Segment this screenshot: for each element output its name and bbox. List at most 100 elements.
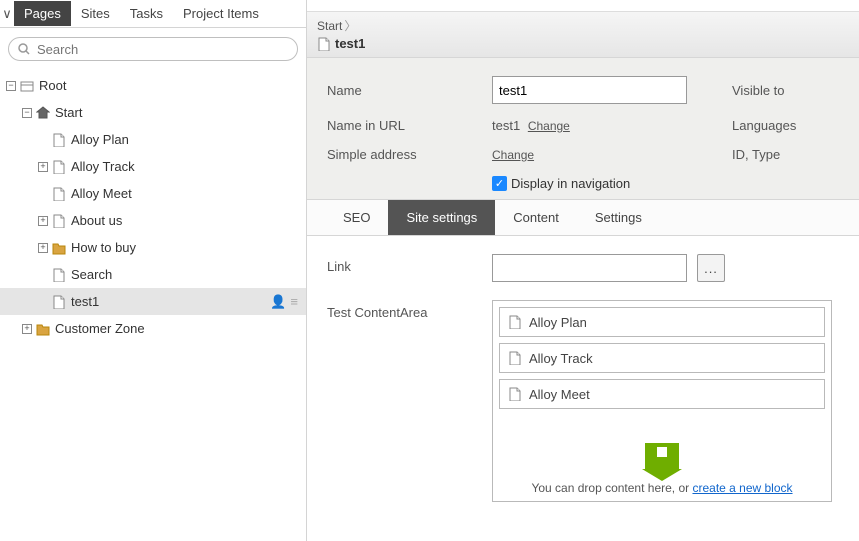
page-icon: [317, 37, 331, 51]
expander-icon[interactable]: +: [38, 162, 48, 172]
item-label: Alloy Plan: [529, 315, 587, 330]
tree-node-customer-zone[interactable]: + Customer Zone: [0, 315, 306, 342]
chevron-down-icon[interactable]: ∨: [0, 6, 14, 22]
content-area-item[interactable]: Alloy Plan: [499, 307, 825, 337]
main: Start〉 test1 Name Visible to Name in URL…: [307, 0, 859, 541]
page-tree: − Root − Start Alloy Plan + Alloy Track All…: [0, 70, 306, 541]
expander-icon[interactable]: +: [38, 216, 48, 226]
item-label: Alloy Meet: [529, 387, 590, 402]
tree-node-start[interactable]: − Start: [0, 99, 306, 126]
node-label: test1: [71, 294, 99, 309]
form-area: Name Visible to Name in URL test1 Change…: [307, 58, 859, 200]
breadcrumb-root[interactable]: Start: [317, 19, 342, 33]
link-input[interactable]: [492, 254, 687, 282]
expander-spacer: [38, 297, 48, 307]
editor-tabs: SEOSite settingsContentSettings: [307, 200, 859, 236]
display-nav-label: Display in navigation: [511, 176, 630, 191]
tree-node[interactable]: + Alloy Track: [0, 153, 306, 180]
node-label: Alloy Track: [71, 159, 135, 174]
expander-icon[interactable]: −: [22, 108, 32, 118]
content-area-item[interactable]: Alloy Meet: [499, 379, 825, 409]
tree-node[interactable]: + About us: [0, 207, 306, 234]
tab-pages[interactable]: Pages: [14, 1, 71, 26]
home-icon: [36, 106, 50, 120]
label-contentarea: Test ContentArea: [327, 300, 492, 320]
sidebar-tabs: ∨ Pages Sites Tasks Project Items: [0, 0, 306, 28]
checkbox-checked-icon[interactable]: ✓: [492, 176, 507, 191]
tree-node[interactable]: + How to buy: [0, 234, 306, 261]
chevron-right-icon: 〉: [344, 19, 356, 33]
folder-icon: [52, 241, 66, 255]
tree-node[interactable]: Alloy Meet: [0, 180, 306, 207]
page-icon: [52, 133, 66, 147]
expander-icon[interactable]: −: [6, 81, 16, 91]
tab-tasks[interactable]: Tasks: [120, 1, 173, 26]
change-address-link[interactable]: Change: [492, 148, 534, 162]
page-icon: [508, 387, 522, 401]
label-link: Link: [327, 254, 492, 274]
page-icon: [52, 160, 66, 174]
content-area-box[interactable]: Alloy Plan Alloy Track Alloy Meet You can …: [492, 300, 832, 502]
folder-icon: [36, 322, 50, 336]
search-input[interactable]: [37, 42, 289, 57]
search-row: [0, 28, 306, 70]
node-label: Customer Zone: [55, 321, 145, 336]
page-icon: [52, 295, 66, 309]
label-simple: Simple address: [327, 147, 492, 162]
label-name: Name: [327, 83, 492, 98]
search-box[interactable]: [8, 37, 298, 61]
label-idtype: ID, Type: [732, 147, 839, 162]
box-icon: [20, 79, 34, 93]
expander-spacer: [38, 135, 48, 145]
editor-tab[interactable]: Content: [495, 200, 577, 235]
item-label: Alloy Track: [529, 351, 593, 366]
node-label: Start: [55, 105, 82, 120]
sidebar: ∨ Pages Sites Tasks Project Items − Root…: [0, 0, 307, 541]
page-icon: [508, 351, 522, 365]
page-icon: [508, 315, 522, 329]
node-label: About us: [71, 213, 122, 228]
page-icon: [52, 268, 66, 282]
url-value: test1: [492, 118, 520, 133]
expander-spacer: [38, 270, 48, 280]
expander-spacer: [38, 189, 48, 199]
toolbar: [307, 0, 859, 12]
display-nav-row[interactable]: ✓ Display in navigation: [492, 176, 732, 191]
node-label: How to buy: [71, 240, 136, 255]
expander-icon[interactable]: +: [22, 324, 32, 334]
link-picker-button[interactable]: ...: [697, 254, 725, 282]
page-icon: [52, 214, 66, 228]
tree-node[interactable]: Search: [0, 261, 306, 288]
search-icon: [17, 42, 31, 56]
page-title: test1: [307, 36, 859, 58]
drop-hint: You can drop content here, or create a n…: [499, 415, 825, 495]
node-label: Root: [39, 78, 66, 93]
drop-arrow-icon: [645, 443, 679, 471]
content-area: Link ... Test ContentArea Alloy PlanAllo…: [307, 236, 859, 538]
drop-text: You can drop content here, or: [531, 481, 692, 495]
menu-icon[interactable]: ≡: [290, 294, 298, 310]
label-languages: Languages: [732, 118, 839, 133]
label-url: Name in URL: [327, 118, 492, 133]
user-icon[interactable]: 👤: [270, 294, 286, 310]
breadcrumb: Start〉: [307, 12, 859, 36]
expander-icon[interactable]: +: [38, 243, 48, 253]
editor-tab[interactable]: Settings: [577, 200, 660, 235]
node-label: Alloy Plan: [71, 132, 129, 147]
tree-node[interactable]: test1 👤≡: [0, 288, 306, 315]
editor-tab[interactable]: SEO: [325, 200, 388, 235]
tree-node[interactable]: Alloy Plan: [0, 126, 306, 153]
title-text: test1: [335, 36, 365, 51]
editor-tab[interactable]: Site settings: [388, 200, 495, 235]
tree-node-root[interactable]: − Root: [0, 72, 306, 99]
name-input[interactable]: [492, 76, 687, 104]
tab-sites[interactable]: Sites: [71, 1, 120, 26]
label-visible: Visible to: [732, 83, 839, 98]
page-icon: [52, 187, 66, 201]
node-label: Search: [71, 267, 112, 282]
content-area-item[interactable]: Alloy Track: [499, 343, 825, 373]
create-block-link[interactable]: create a new block: [692, 481, 792, 495]
node-label: Alloy Meet: [71, 186, 132, 201]
change-url-link[interactable]: Change: [528, 119, 570, 133]
tab-project-items[interactable]: Project Items: [173, 1, 269, 26]
